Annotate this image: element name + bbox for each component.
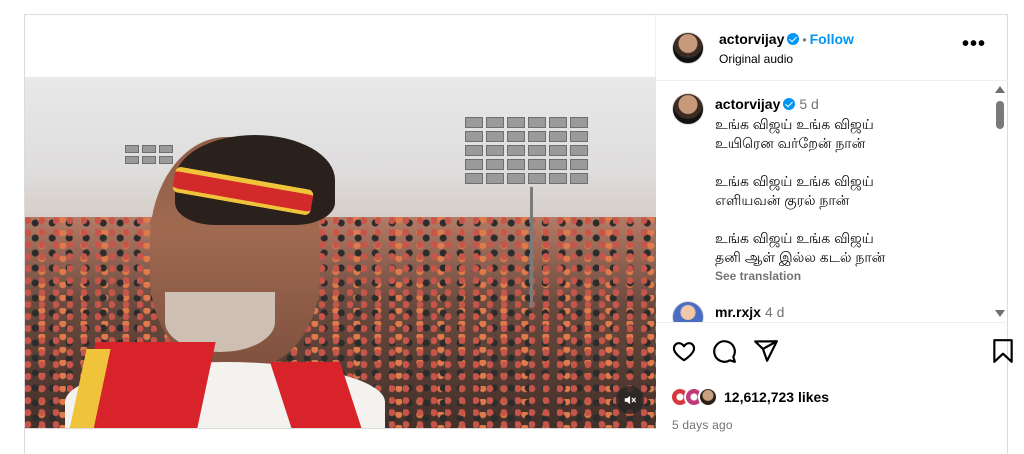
caption-time[interactable]: 5 d bbox=[799, 96, 818, 112]
see-translation-link[interactable]: See translation bbox=[715, 267, 985, 286]
caption-line: தனி ஆள் இல்ல கடல் நான் bbox=[715, 249, 886, 265]
comment-icon[interactable] bbox=[711, 338, 737, 364]
mute-button[interactable] bbox=[616, 386, 644, 414]
send-icon[interactable] bbox=[753, 338, 779, 364]
comment-time[interactable]: 4 d bbox=[765, 304, 784, 320]
caption-gap bbox=[715, 153, 985, 172]
scroll-down-arrow-icon[interactable] bbox=[995, 310, 1005, 317]
separator-dot: • bbox=[802, 33, 807, 47]
comment-avatar[interactable] bbox=[672, 301, 704, 322]
comments-section: actorvijay 5 d உங்க விஜய் உங்க விஜய் உயிர… bbox=[656, 81, 1008, 322]
verified-badge-icon bbox=[787, 33, 800, 45]
author-avatar[interactable] bbox=[672, 32, 704, 64]
stadium-lights bbox=[465, 117, 588, 184]
caption-line: உயிரென வர்றேன் நான் bbox=[715, 135, 866, 151]
more-options-icon[interactable]: ••• bbox=[962, 34, 986, 54]
caption-line: உங்க விஜய் உங்க விஜய் bbox=[715, 116, 874, 132]
caption: actorvijay 5 d உங்க விஜய் உங்க விஜய் உயிர… bbox=[715, 95, 985, 286]
scrollbar-thumb[interactable] bbox=[996, 101, 1004, 129]
follow-button[interactable]: Follow bbox=[810, 31, 854, 47]
liker-avatar[interactable] bbox=[698, 387, 718, 407]
caption-header: actorvijay 5 d bbox=[715, 95, 985, 114]
post-timestamp[interactable]: 5 days ago bbox=[672, 418, 733, 432]
scroll-up-arrow-icon[interactable] bbox=[995, 86, 1005, 93]
media-bottom-strip bbox=[25, 428, 656, 442]
author-line: actorvijay • Follow bbox=[719, 31, 854, 49]
likes-count[interactable]: 12,612,723 likes bbox=[724, 389, 829, 405]
caption-gap bbox=[715, 210, 985, 229]
verified-badge-icon bbox=[783, 98, 796, 110]
bookmark-icon[interactable] bbox=[990, 338, 1016, 364]
likes-row: 12,612,723 likes bbox=[670, 386, 829, 408]
audio-link[interactable]: Original audio bbox=[719, 52, 793, 66]
post-dialog: actorvijay • Follow Original audio ••• act… bbox=[24, 14, 1013, 454]
light-tower bbox=[530, 187, 533, 307]
post-header: actorvijay • Follow Original audio ••• bbox=[656, 15, 1008, 81]
comment-header: mr.rxjx 4 d bbox=[715, 304, 784, 320]
post-video[interactable] bbox=[25, 77, 656, 428]
comments-scrollbar[interactable] bbox=[995, 86, 1005, 317]
speaker-muted-icon bbox=[624, 395, 636, 405]
caption-line: எளியவன் குரல் நான் bbox=[715, 192, 850, 208]
caption-line: உங்க விஜய் உங்க விஜய் bbox=[715, 230, 874, 246]
author-username[interactable]: actorvijay bbox=[719, 31, 784, 47]
media-pane bbox=[25, 15, 656, 442]
stadium-lights-left bbox=[125, 145, 173, 164]
details-pane: actorvijay • Follow Original audio ••• act… bbox=[656, 15, 1013, 442]
caption-username[interactable]: actorvijay bbox=[715, 96, 780, 112]
post-actions: 12,612,723 likes 5 days ago bbox=[656, 322, 1013, 442]
caption-line: உங்க விஜய் உங்க விஜய் bbox=[715, 173, 874, 189]
caption-avatar[interactable] bbox=[672, 93, 704, 125]
heart-icon[interactable] bbox=[671, 338, 697, 364]
comment-username[interactable]: mr.rxjx bbox=[715, 304, 761, 320]
